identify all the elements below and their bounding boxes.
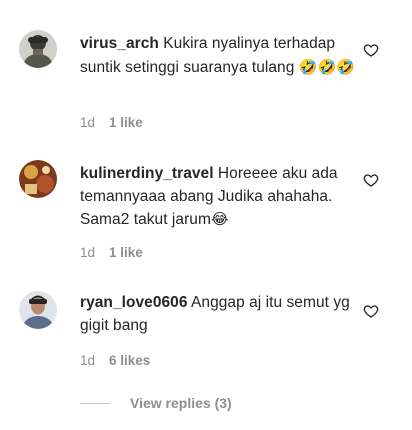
comment-likes[interactable]: 1 like — [109, 115, 143, 130]
comment-username[interactable]: ryan_love0606 — [80, 294, 188, 311]
comment-age: 1d — [80, 245, 96, 260]
heart-icon[interactable] — [363, 303, 379, 319]
comment-meta: 1d 6 likes — [80, 353, 150, 368]
replies-divider — [80, 402, 110, 404]
heart-icon[interactable] — [363, 42, 379, 58]
comment-username[interactable]: kulinerdiny_travel — [80, 165, 214, 182]
comment-username[interactable]: virus_arch — [80, 35, 159, 52]
comment-age: 1d — [80, 115, 96, 130]
comment-age: 1d — [80, 353, 96, 368]
avatar[interactable] — [19, 30, 57, 68]
comment-text: virus_arch Kukira nyalinya terhadap sunt… — [80, 33, 355, 79]
view-replies-button[interactable]: View replies (3) — [80, 395, 232, 411]
comment-text: kulinerdiny_travel Horeeee aku ada teman… — [80, 163, 355, 232]
comment-likes[interactable]: 1 like — [109, 245, 143, 260]
avatar[interactable] — [19, 291, 57, 329]
laughing-emoji-icon: 🤣🤣🤣 — [298, 57, 355, 76]
comment-meta: 1d 1 like — [80, 245, 143, 260]
comment-meta: 1d 1 like — [80, 115, 143, 130]
avatar[interactable] — [19, 160, 57, 198]
comment-text: ryan_love0606 Anggap aj itu semut yg gig… — [80, 292, 355, 337]
comment-likes[interactable]: 6 likes — [109, 353, 150, 368]
view-replies-label[interactable]: View replies (3) — [130, 395, 232, 411]
heart-icon[interactable] — [363, 172, 379, 188]
laughing-emoji-icon: 😂 — [210, 210, 229, 228]
